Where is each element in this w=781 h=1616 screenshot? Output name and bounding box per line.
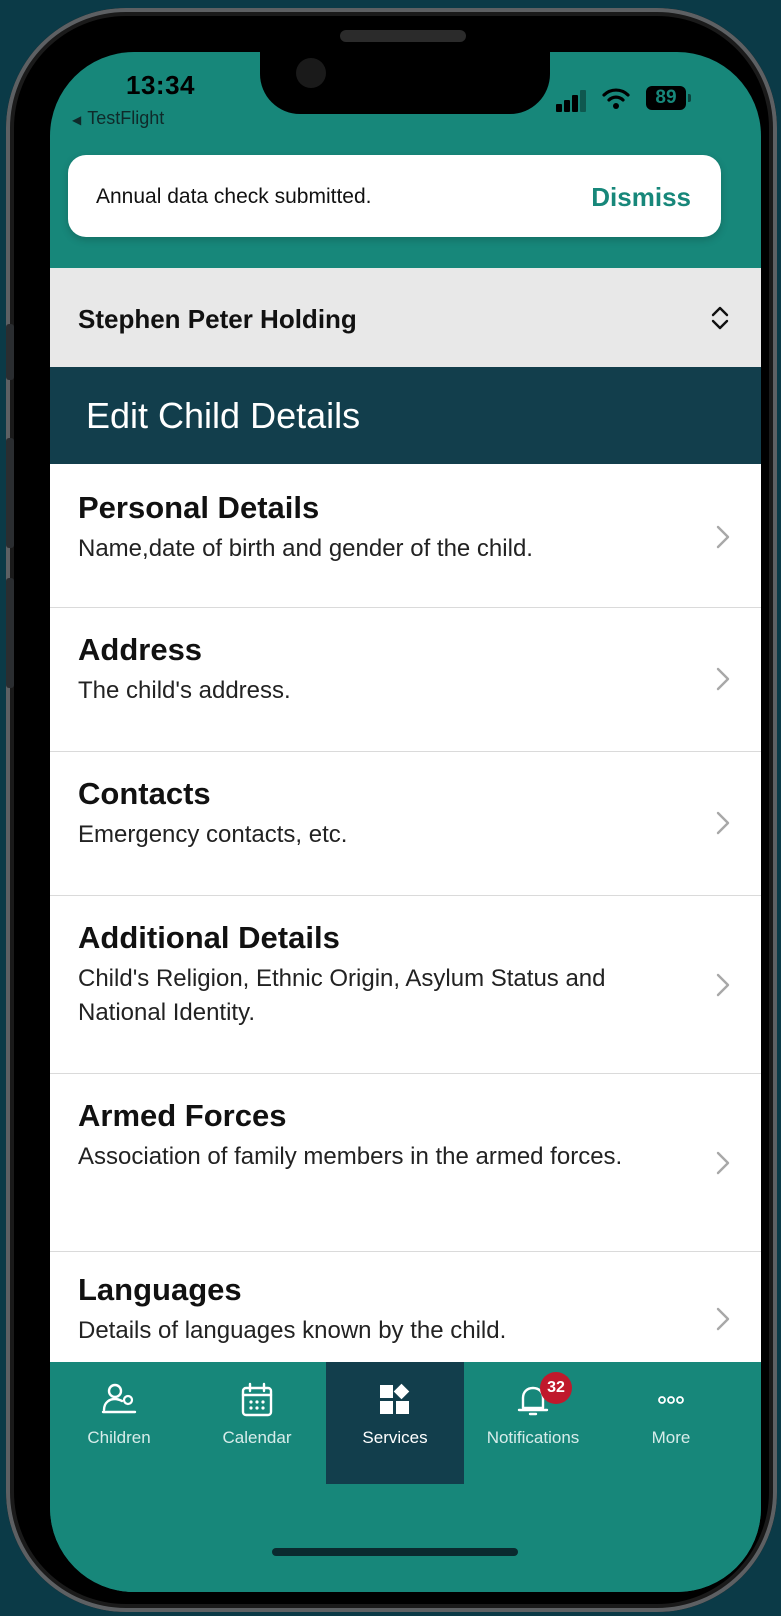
tab-label: Children <box>87 1428 151 1447</box>
list-item-armed-forces[interactable]: Armed Forces Association of family membe… <box>50 1074 761 1252</box>
list-item-title: Armed Forces <box>78 1098 287 1133</box>
calendar-icon <box>241 1382 273 1417</box>
selected-child-name: Stephen Peter Holding <box>78 304 357 334</box>
tab-services[interactable]: Services <box>326 1362 464 1484</box>
mute-switch <box>6 324 14 380</box>
chevron-right-icon <box>716 973 730 997</box>
status-time: 13:34 <box>126 70 195 100</box>
tab-more[interactable]: More <box>602 1362 740 1484</box>
notification-count-badge: 32 <box>540 1372 572 1404</box>
notification-toast: Annual data check submitted. Dismiss <box>68 155 721 237</box>
list-item-description: Association of family members in the arm… <box>78 1143 623 1170</box>
cellular-signal-icon <box>556 90 588 112</box>
list-item-title: Personal Details <box>78 490 320 525</box>
chevron-right-icon <box>716 1151 730 1175</box>
earpiece-speaker <box>340 30 466 42</box>
volume-down-button <box>6 578 14 688</box>
phone-frame: 13:34 ◀ TestFlight 89 Annual data check s… <box>6 8 777 1612</box>
child-selector[interactable]: Stephen Peter Holding <box>50 268 761 367</box>
services-icon <box>380 1383 410 1414</box>
more-icon <box>658 1396 684 1404</box>
bottom-tab-bar: Children Calendar Services 32 Notificati… <box>50 1362 761 1592</box>
app-screen: 13:34 ◀ TestFlight 89 Annual data check s… <box>50 52 761 1592</box>
dismiss-button[interactable]: Dismiss <box>591 182 691 213</box>
children-icon <box>101 1383 137 1414</box>
list-item-title: Contacts <box>78 776 211 811</box>
volume-up-button <box>6 438 14 548</box>
list-item-description: Emergency contacts, etc. <box>78 821 348 848</box>
list-item-languages[interactable]: Languages Details of languages known by … <box>50 1252 761 1364</box>
chevron-up-down-icon <box>711 306 729 330</box>
tab-label: Calendar <box>222 1428 292 1447</box>
tab-label: More <box>651 1428 691 1447</box>
list-item-title: Additional Details <box>78 920 340 955</box>
list-item-description: The child's address. <box>78 677 291 704</box>
tab-children[interactable]: Children <box>50 1362 188 1484</box>
front-camera <box>296 58 326 88</box>
list-item-contacts[interactable]: Contacts Emergency contacts, etc. <box>50 752 761 896</box>
list-item-title: Languages <box>78 1272 242 1307</box>
toast-message: Annual data check submitted. <box>96 185 372 208</box>
chevron-right-icon <box>716 1307 730 1331</box>
list-item-description: Child's Religion, Ethnic Origin, Asylum … <box>78 965 606 1026</box>
back-to-app-link[interactable]: ◀ TestFlight <box>72 108 164 129</box>
list-item-additional-details[interactable]: Additional Details Child's Religion, Eth… <box>50 896 761 1074</box>
wifi-icon <box>602 88 630 109</box>
list-item-personal-details[interactable]: Personal Details Name,date of birth and … <box>50 464 761 608</box>
list-item-description: Details of languages known by the child. <box>78 1317 507 1344</box>
tab-notifications[interactable]: 32 Notifications <box>464 1362 602 1484</box>
chevron-right-icon <box>716 811 730 835</box>
section-list: Personal Details Name,date of birth and … <box>50 464 761 1364</box>
tab-calendar[interactable]: Calendar <box>188 1362 326 1484</box>
back-app-label: TestFlight <box>87 108 165 128</box>
tab-label: Notifications <box>486 1428 580 1447</box>
list-item-title: Address <box>78 632 203 667</box>
back-triangle-icon: ◀ <box>72 113 82 127</box>
chevron-right-icon <box>716 525 730 549</box>
notch <box>260 52 550 114</box>
page-header: Edit Child Details <box>50 367 761 464</box>
list-item-address[interactable]: Address The child's address. <box>50 608 761 752</box>
page-title: Edit Child Details <box>86 395 361 436</box>
chevron-right-icon <box>716 667 730 691</box>
home-indicator[interactable] <box>272 1548 518 1556</box>
battery-icon: 89 <box>646 86 691 110</box>
list-item-description: Name,date of birth and gender of the chi… <box>78 535 533 562</box>
tab-label: Services <box>362 1428 428 1447</box>
